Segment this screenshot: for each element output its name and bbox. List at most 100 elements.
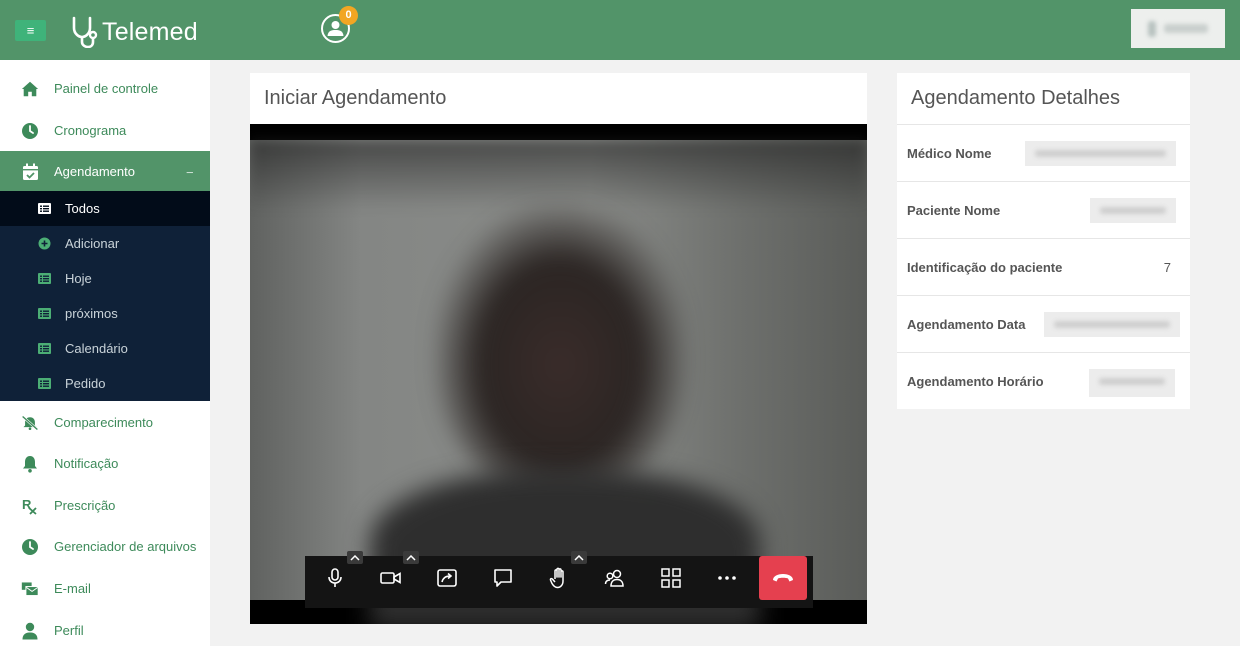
tile-view-button[interactable] bbox=[643, 556, 699, 600]
sidebar-item-file-manager[interactable]: Gerenciador de arquivos bbox=[0, 526, 210, 567]
chat-button[interactable] bbox=[475, 556, 531, 600]
sidebar-item-label: Cronograma bbox=[54, 123, 127, 138]
clock-icon bbox=[21, 538, 39, 556]
mail-bulk-icon bbox=[21, 580, 39, 598]
submenu-item-label: Calendário bbox=[65, 341, 128, 356]
sidebar-item-notification[interactable]: Notificação bbox=[0, 443, 210, 484]
more-icon bbox=[718, 576, 736, 580]
details-title: Agendamento Detalhes bbox=[911, 87, 1121, 109]
sidebar-item-dashboard[interactable]: Painel de controle bbox=[0, 68, 210, 109]
participant-video-head bbox=[435, 205, 685, 495]
tile-view-icon bbox=[661, 568, 681, 588]
remote-video-stream bbox=[250, 140, 867, 624]
sidebar-item-appointments[interactable]: Agendamento − bbox=[0, 151, 210, 192]
detail-row-appointment-time: Agendamento Horário bbox=[897, 352, 1190, 409]
user-icon bbox=[21, 622, 39, 640]
app-logo[interactable]: Telemed bbox=[70, 15, 198, 49]
bell-slash-icon bbox=[21, 414, 39, 432]
collapse-indicator[interactable]: − bbox=[186, 165, 194, 180]
detail-row-patient-name: Paciente Nome bbox=[897, 181, 1190, 238]
detail-label: Paciente Nome bbox=[907, 203, 1001, 218]
detail-label: Agendamento Horário bbox=[907, 374, 1044, 389]
screen-share-button[interactable] bbox=[419, 556, 475, 600]
top-header: ≡ Telemed 0 bbox=[0, 0, 1240, 60]
appointment-details-card: Agendamento Detalhes Médico Nome Pacient… bbox=[897, 73, 1190, 409]
detail-label: Médico Nome bbox=[907, 146, 992, 161]
sidebar-item-prescription[interactable]: R Prescrição bbox=[0, 485, 210, 526]
sidebar: Painel de controle Cronograma Agendament… bbox=[0, 60, 210, 646]
calendar-check-icon bbox=[21, 163, 39, 181]
detail-value: 7 bbox=[1163, 260, 1171, 275]
sidebar-item-schedule[interactable]: Cronograma bbox=[0, 110, 210, 151]
microphone-options-caret[interactable] bbox=[347, 551, 363, 564]
sidebar-item-label: Prescrição bbox=[54, 498, 116, 513]
detail-row-appointment-date: Agendamento Data bbox=[897, 295, 1190, 352]
hangup-button[interactable] bbox=[759, 556, 807, 600]
chat-icon bbox=[494, 569, 512, 587]
chevron-up-icon bbox=[350, 554, 360, 561]
call-toolbar bbox=[305, 551, 813, 608]
list-icon bbox=[38, 272, 51, 285]
redacted-value bbox=[1044, 312, 1180, 337]
camera-options-caret[interactable] bbox=[403, 551, 419, 564]
detail-label: Identificação do paciente bbox=[907, 260, 1063, 275]
video-call-area[interactable] bbox=[250, 124, 867, 624]
redacted-value bbox=[1025, 141, 1176, 166]
submenu-item-all[interactable]: Todos bbox=[0, 191, 210, 226]
sidebar-item-attendance[interactable]: Comparecimento bbox=[0, 402, 210, 443]
notification-count-badge: 0 bbox=[339, 6, 358, 25]
screen-share-icon bbox=[437, 569, 457, 587]
list-icon bbox=[38, 342, 51, 355]
submenu-item-label: Adicionar bbox=[65, 236, 120, 251]
camera-icon bbox=[380, 572, 401, 584]
home-icon bbox=[21, 80, 39, 98]
list-icon bbox=[38, 202, 51, 215]
submenu-item-label: Pedido bbox=[65, 376, 106, 391]
detail-label: Agendamento Data bbox=[907, 317, 1026, 332]
submenu-item-label: Todos bbox=[65, 201, 100, 216]
submenu-item-add[interactable]: Adicionar bbox=[0, 226, 210, 261]
submenu-item-upcoming[interactable]: próximos bbox=[0, 296, 210, 331]
participants-icon bbox=[604, 569, 624, 587]
page-title: Iniciar Agendamento bbox=[264, 87, 447, 109]
sidebar-item-label: E-mail bbox=[54, 581, 91, 596]
menu-toggle-button[interactable]: ≡ bbox=[15, 20, 46, 41]
microphone-icon bbox=[328, 568, 342, 587]
redacted-value bbox=[1090, 198, 1176, 223]
submenu-item-calendar[interactable]: Calendário bbox=[0, 331, 210, 366]
app-name: Telemed bbox=[102, 17, 198, 46]
avatar bbox=[1148, 20, 1156, 37]
plus-circle-icon bbox=[38, 237, 51, 250]
sidebar-item-label: Gerenciador de arquivos bbox=[54, 539, 197, 554]
submenu-item-request[interactable]: Pedido bbox=[0, 366, 210, 401]
video-top-shadow bbox=[250, 140, 867, 210]
sidebar-item-email[interactable]: E-mail bbox=[0, 568, 210, 609]
sidebar-item-profile[interactable]: Perfil bbox=[0, 610, 210, 646]
appointments-submenu: Todos Adicionar Hoje próximos Calendário… bbox=[0, 191, 210, 401]
stethoscope-icon bbox=[72, 16, 98, 48]
submenu-item-label: próximos bbox=[65, 306, 118, 321]
raise-hand-icon bbox=[549, 567, 564, 589]
start-appointment-card: Iniciar Agendamento bbox=[250, 73, 867, 624]
detail-row-patient-id: Identificação do paciente 7 bbox=[897, 238, 1190, 295]
bell-icon bbox=[21, 455, 39, 473]
sidebar-item-label: Comparecimento bbox=[54, 415, 153, 430]
reactions-options-caret[interactable] bbox=[571, 551, 587, 564]
submenu-item-label: Hoje bbox=[65, 271, 92, 286]
submenu-item-today[interactable]: Hoje bbox=[0, 261, 210, 296]
user-name-redacted bbox=[1164, 24, 1208, 33]
prescription-icon: R bbox=[21, 497, 39, 515]
detail-row-doctor-name: Médico Nome bbox=[897, 124, 1190, 181]
list-icon bbox=[38, 377, 51, 390]
user-profile-button[interactable] bbox=[1131, 9, 1225, 48]
participants-button[interactable] bbox=[587, 556, 643, 600]
redacted-value bbox=[1089, 369, 1175, 397]
hangup-icon bbox=[773, 574, 793, 582]
sidebar-item-label: Painel de controle bbox=[54, 81, 159, 96]
sidebar-item-label: Notificação bbox=[54, 456, 119, 471]
more-options-button[interactable] bbox=[699, 556, 755, 600]
chevron-up-icon bbox=[574, 554, 584, 561]
clock-icon bbox=[21, 122, 39, 140]
sidebar-item-label: Perfil bbox=[54, 623, 84, 638]
sidebar-item-label: Agendamento bbox=[54, 164, 135, 179]
